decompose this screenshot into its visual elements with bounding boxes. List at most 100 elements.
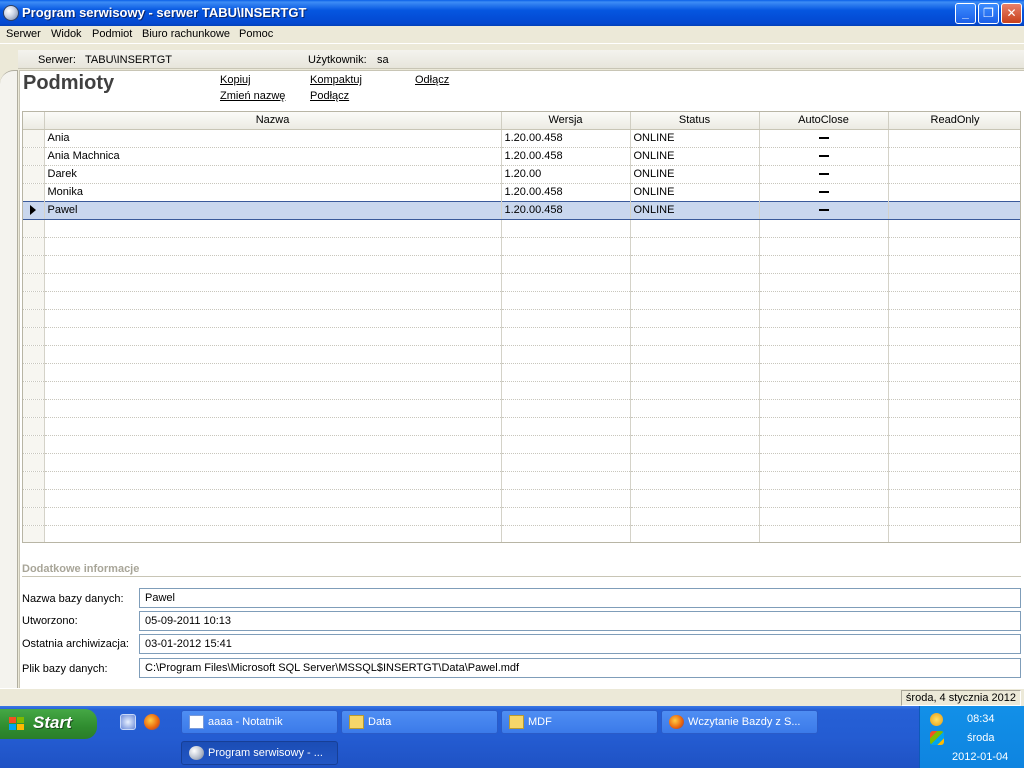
version-cell[interactable] [501,381,631,400]
readonly-cell[interactable] [888,399,1020,418]
menu-serwer[interactable]: Serwer [6,28,41,40]
row-selector[interactable] [23,165,45,184]
status-cell[interactable] [630,327,760,346]
name-cell[interactable] [44,291,502,310]
tray-windows-icon[interactable] [930,731,944,745]
name-cell[interactable] [44,345,502,364]
name-cell[interactable] [44,327,502,346]
task-folder-data[interactable]: Data [341,710,498,734]
readonly-cell[interactable] [888,309,1020,328]
empty-table-row[interactable] [23,237,1020,256]
version-cell[interactable] [501,219,631,238]
readonly-cell[interactable] [888,129,1020,148]
empty-table-row[interactable] [23,363,1020,382]
row-selector[interactable] [23,200,45,220]
readonly-cell[interactable] [888,363,1020,382]
name-cell[interactable] [44,435,502,454]
readonly-cell[interactable] [888,327,1020,346]
row-selector[interactable] [23,435,45,454]
empty-table-row[interactable] [23,381,1020,400]
version-cell[interactable]: 1.20.00.458 [501,200,631,220]
readonly-cell[interactable] [888,219,1020,238]
name-cell[interactable] [44,255,502,274]
empty-table-row[interactable] [23,273,1020,292]
column-header-nazwa[interactable]: Nazwa [44,112,502,130]
readonly-cell[interactable] [888,273,1020,292]
column-header-autoclose[interactable]: AutoClose [759,112,889,130]
compact-link[interactable]: Kompaktuj [310,74,362,86]
readonly-cell[interactable] [888,183,1020,202]
autoclose-cell[interactable] [759,129,889,148]
created-field[interactable]: 05-09-2011 10:13 [139,611,1021,631]
title-bar[interactable]: Program serwisowy - serwer TABU\INSERTGT… [0,0,1024,26]
version-cell[interactable] [501,489,631,508]
table-row[interactable]: Darek 1.20.00 ONLINE [23,165,1020,184]
autoclose-cell[interactable] [759,165,889,184]
name-cell[interactable] [44,219,502,238]
status-cell[interactable] [630,507,760,526]
autoclose-cell[interactable] [759,471,889,490]
name-cell[interactable] [44,417,502,436]
autoclose-cell[interactable] [759,345,889,364]
version-cell[interactable] [501,525,631,542]
status-cell[interactable] [630,417,760,436]
readonly-cell[interactable] [888,525,1020,542]
autoclose-cell[interactable] [759,489,889,508]
empty-table-row[interactable] [23,291,1020,310]
name-cell[interactable] [44,381,502,400]
menu-widok[interactable]: Widok [51,28,82,40]
version-cell[interactable]: 1.20.00.458 [501,129,631,148]
version-cell[interactable] [501,471,631,490]
status-cell[interactable] [630,219,760,238]
autoclose-cell[interactable] [759,399,889,418]
row-selector[interactable] [23,291,45,310]
version-cell[interactable] [501,417,631,436]
status-cell[interactable] [630,399,760,418]
readonly-cell[interactable] [888,200,1020,220]
column-header-readonly[interactable]: ReadOnly [888,112,1020,130]
row-selector[interactable] [23,237,45,256]
status-cell[interactable]: ONLINE [630,129,760,148]
name-cell[interactable]: Ania [44,129,502,148]
menu-biuro-rachunkowe[interactable]: Biuro rachunkowe [142,28,230,40]
status-cell[interactable] [630,291,760,310]
autoclose-cell[interactable] [759,453,889,472]
empty-table-row[interactable] [23,525,1020,542]
version-cell[interactable] [501,255,631,274]
task-program-serwisowy[interactable]: Program serwisowy - ... [181,741,338,765]
autoclose-cell[interactable] [759,417,889,436]
version-cell[interactable] [501,453,631,472]
readonly-cell[interactable] [888,507,1020,526]
autoclose-cell[interactable] [759,381,889,400]
copy-link[interactable]: Kopiuj [220,74,251,86]
autoclose-cell[interactable] [759,507,889,526]
version-cell[interactable] [501,507,631,526]
show-desktop-icon[interactable] [120,714,136,730]
row-selector[interactable] [23,219,45,238]
empty-table-row[interactable] [23,507,1020,526]
close-button[interactable]: ✕ [1001,3,1022,24]
table-row[interactable]: Ania Machnica 1.20.00.458 ONLINE [23,147,1020,166]
row-selector[interactable] [23,417,45,436]
row-selector[interactable] [23,525,45,542]
status-cell[interactable] [630,273,760,292]
readonly-cell[interactable] [888,345,1020,364]
status-cell[interactable] [630,255,760,274]
rename-link[interactable]: Zmień nazwę [220,90,285,102]
name-cell[interactable] [44,453,502,472]
column-header-wersja[interactable]: Wersja [501,112,631,130]
name-cell[interactable] [44,363,502,382]
version-cell[interactable] [501,273,631,292]
autoclose-cell[interactable] [759,237,889,256]
status-cell[interactable]: ONLINE [630,183,760,202]
readonly-cell[interactable] [888,381,1020,400]
status-cell[interactable] [630,363,760,382]
autoclose-cell[interactable] [759,147,889,166]
status-cell[interactable] [630,381,760,400]
autoclose-cell[interactable] [759,273,889,292]
row-selector[interactable] [23,273,45,292]
autoclose-cell[interactable] [759,363,889,382]
name-cell[interactable] [44,237,502,256]
autoclose-cell[interactable] [759,309,889,328]
version-cell[interactable]: 1.20.00.458 [501,183,631,202]
